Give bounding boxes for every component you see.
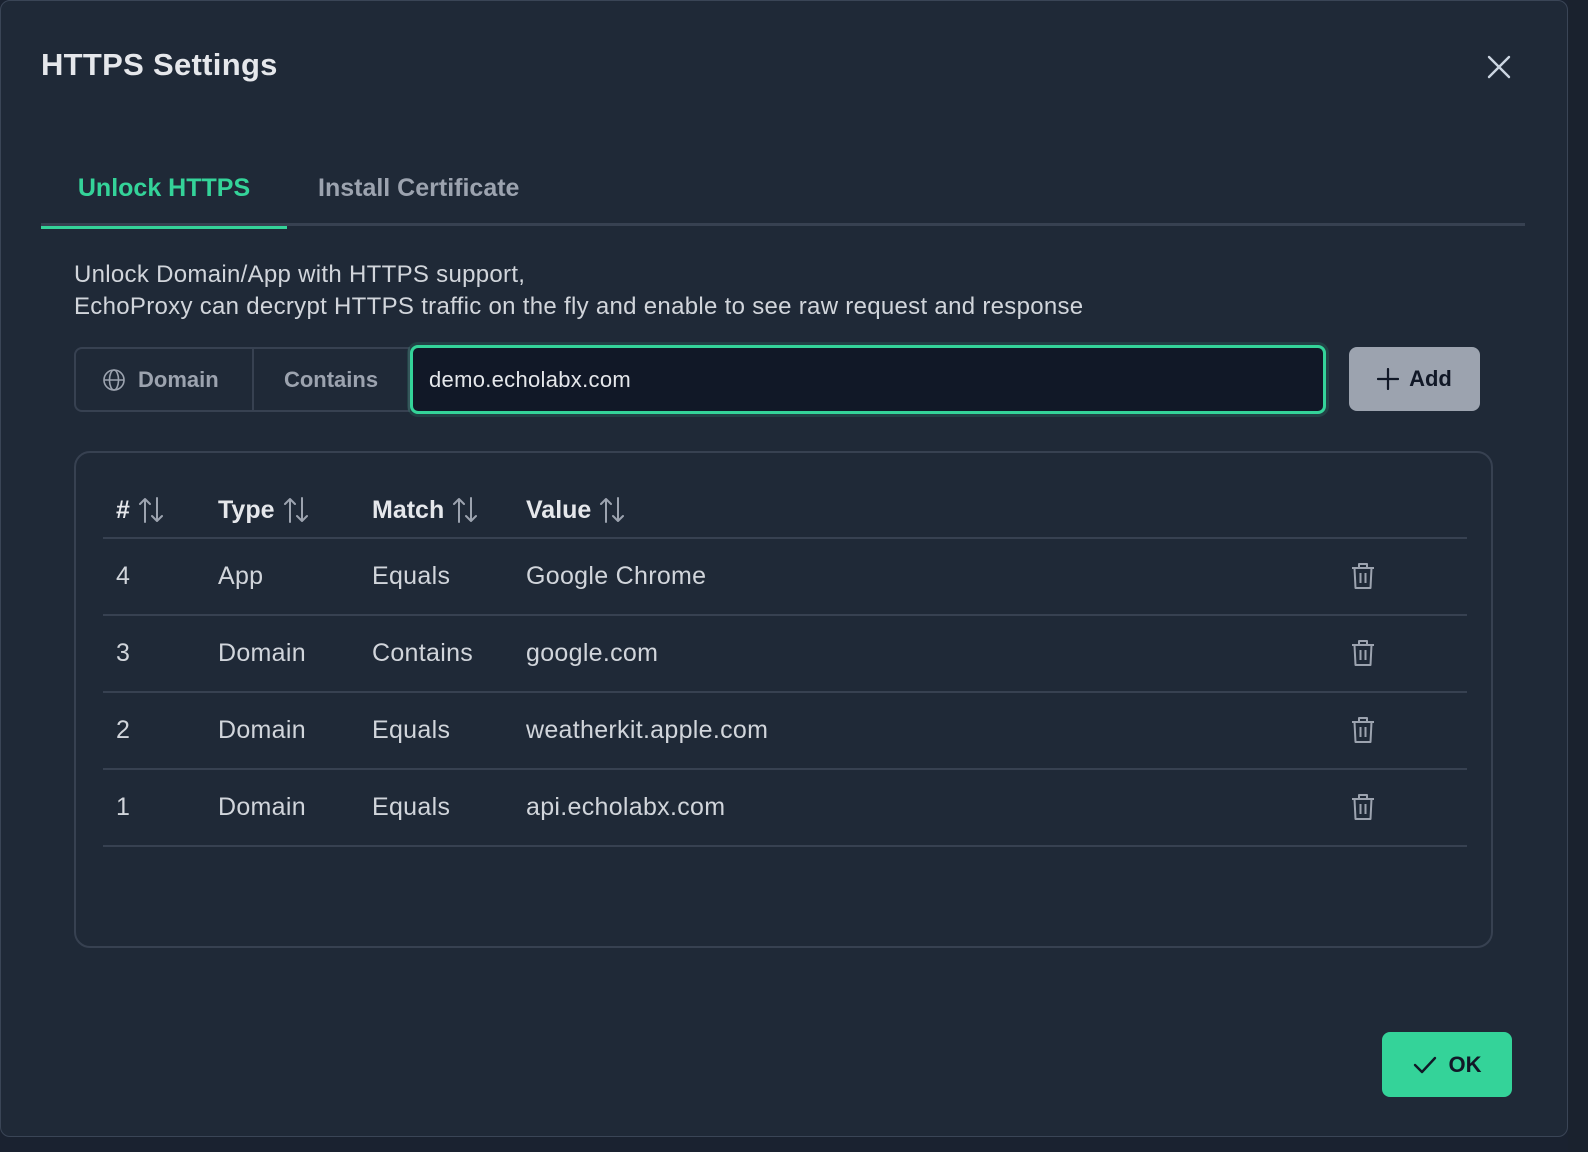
column-header-value-label: Value bbox=[526, 495, 592, 524]
cell-match: Equals bbox=[372, 562, 451, 590]
table-header: # Type Match Value bbox=[103, 483, 1467, 539]
plus-icon bbox=[1377, 368, 1400, 390]
cell-value: weatherkit.apple.com bbox=[526, 716, 769, 744]
close-button[interactable] bbox=[1481, 49, 1517, 85]
value-input-wrapper bbox=[410, 345, 1326, 414]
delete-button[interactable] bbox=[1347, 636, 1379, 670]
cell-type: Domain bbox=[218, 639, 306, 667]
table-row: 3 Domain Contains google.com bbox=[103, 616, 1467, 693]
match-dropdown-label: Contains bbox=[283, 366, 379, 392]
column-header-type[interactable]: Type bbox=[218, 483, 309, 537]
table-row: 4 App Equals Google Chrome bbox=[103, 539, 1467, 616]
description-line-2: EchoProxy can decrypt HTTPS traffic on t… bbox=[74, 293, 1084, 320]
description: Unlock Domain/App with HTTPS support, Ec… bbox=[74, 259, 1083, 323]
cell-match: Equals bbox=[372, 716, 451, 744]
tab-install-certificate[interactable]: Install Certificate bbox=[318, 151, 519, 226]
trash-icon bbox=[1352, 717, 1374, 743]
cell-value: Google Chrome bbox=[526, 562, 707, 590]
column-header-id-label: # bbox=[116, 495, 130, 524]
cell-id: 3 bbox=[116, 639, 131, 667]
rule-input-bar: Domain Contains bbox=[74, 345, 1326, 414]
delete-button[interactable] bbox=[1347, 713, 1379, 747]
rules-table: # Type Match Value 4 App Equals Google C… bbox=[74, 451, 1493, 948]
cell-type: Domain bbox=[218, 793, 306, 821]
type-dropdown[interactable]: Domain bbox=[74, 347, 254, 412]
tab-bar: Unlock HTTPS Install Certificate bbox=[41, 151, 1525, 229]
cell-type: Domain bbox=[218, 716, 306, 744]
delete-button[interactable] bbox=[1347, 790, 1379, 824]
cell-id: 2 bbox=[116, 716, 131, 744]
column-header-id[interactable]: # bbox=[116, 483, 164, 537]
cell-type: App bbox=[218, 562, 264, 590]
close-icon bbox=[1487, 55, 1511, 79]
match-dropdown[interactable]: Contains bbox=[254, 347, 410, 412]
cell-match: Equals bbox=[372, 793, 451, 821]
cell-id: 1 bbox=[116, 793, 131, 821]
column-header-match[interactable]: Match bbox=[372, 483, 478, 537]
table-row: 2 Domain Equals weatherkit.apple.com bbox=[103, 693, 1467, 770]
globe-icon bbox=[103, 368, 125, 391]
tab-unlock-https[interactable]: Unlock HTTPS bbox=[41, 151, 287, 229]
table-row: 1 Domain Equals api.echolabx.com bbox=[103, 770, 1467, 847]
column-header-match-label: Match bbox=[372, 495, 445, 524]
type-dropdown-label: Domain bbox=[138, 366, 219, 392]
ok-button[interactable]: OK bbox=[1382, 1032, 1512, 1097]
add-button-label: Add bbox=[1409, 366, 1452, 391]
add-button[interactable]: Add bbox=[1349, 347, 1480, 411]
sort-icon bbox=[138, 497, 163, 523]
sort-icon bbox=[453, 497, 478, 523]
cell-value: api.echolabx.com bbox=[526, 793, 726, 821]
cell-id: 4 bbox=[116, 562, 131, 590]
trash-icon bbox=[1352, 640, 1374, 666]
trash-icon bbox=[1352, 794, 1374, 820]
sort-icon bbox=[283, 497, 308, 523]
trash-icon bbox=[1352, 563, 1374, 589]
cell-value: google.com bbox=[526, 639, 659, 667]
column-header-type-label: Type bbox=[218, 495, 275, 524]
description-line-1: Unlock Domain/App with HTTPS support, bbox=[74, 261, 526, 288]
dialog-title: HTTPS Settings bbox=[41, 47, 278, 82]
cell-match: Contains bbox=[372, 639, 474, 667]
window-edge bbox=[1568, 0, 1588, 1152]
delete-button[interactable] bbox=[1347, 559, 1379, 593]
sort-icon bbox=[600, 497, 625, 523]
ok-button-label: OK bbox=[1448, 1051, 1482, 1077]
column-header-value[interactable]: Value bbox=[526, 483, 625, 537]
value-input[interactable] bbox=[413, 348, 1323, 411]
check-icon bbox=[1413, 1056, 1436, 1073]
https-settings-dialog: HTTPS Settings Unlock HTTPS Install Cert… bbox=[0, 0, 1568, 1137]
